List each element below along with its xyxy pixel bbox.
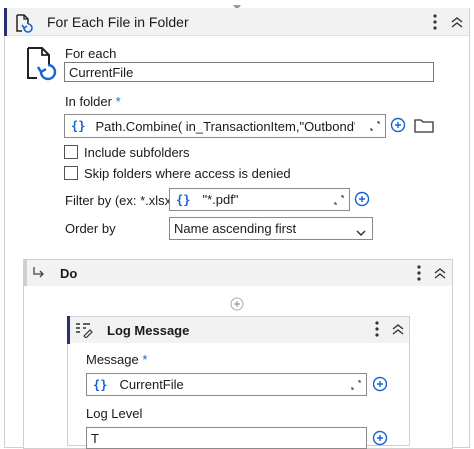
log-message-icon	[74, 321, 94, 339]
message-input[interactable]: {} CurrentFile	[86, 373, 367, 396]
add-variable-icon[interactable]	[389, 116, 407, 134]
more-options-icon[interactable]	[428, 12, 442, 32]
filter-label: Filter by (ex: *.xlsx)	[65, 193, 176, 208]
add-variable-icon[interactable]	[371, 375, 389, 393]
include-subfolders-checkbox[interactable]	[64, 145, 78, 159]
add-activity-icon[interactable]	[229, 296, 245, 312]
do-more-options-icon[interactable]	[412, 264, 426, 282]
order-label: Order by	[65, 221, 116, 236]
expression-brace-icon: {}	[71, 119, 86, 133]
do-arrow-icon	[30, 264, 46, 282]
log-level-select[interactable]: T	[86, 427, 367, 449]
file-loop-icon	[22, 44, 58, 82]
message-label: Message *	[86, 352, 148, 367]
in-folder-label: In folder *	[65, 94, 121, 109]
for-each-value: CurrentFile	[69, 64, 134, 80]
for-each-file-icon	[12, 12, 34, 34]
skip-denied-checkbox[interactable]	[64, 166, 78, 180]
top-connector-arrow	[232, 0, 242, 10]
collapse-icon[interactable]	[449, 13, 465, 31]
add-variable-icon[interactable]	[353, 190, 371, 208]
expression-brace-icon: {}	[176, 192, 191, 207]
order-value: Name ascending first	[174, 221, 297, 236]
filter-value: "*.pdf"	[202, 192, 239, 207]
log-more-options-icon[interactable]	[370, 320, 384, 338]
chevron-down-icon	[356, 225, 366, 240]
filter-input[interactable]: {} "*.pdf"	[169, 188, 350, 211]
log-message-active-bar	[67, 316, 70, 344]
log-collapse-icon[interactable]	[390, 321, 406, 337]
expression-brace-icon: {}	[93, 377, 108, 392]
for-each-input[interactable]: CurrentFile	[64, 62, 434, 82]
message-value: CurrentFile	[119, 377, 184, 392]
skip-denied-label: Skip folders where access is denied	[84, 166, 291, 181]
in-folder-input[interactable]: {} Path.Combine( in_TransactionItem,"Out…	[64, 114, 386, 138]
expand-editor-icon[interactable]	[333, 194, 345, 206]
do-header[interactable]	[24, 260, 452, 286]
activity-title: For Each File in Folder	[47, 14, 189, 30]
add-variable-icon[interactable]	[371, 429, 389, 447]
in-folder-value: Path.Combine( in_TransactionItem,"Outbon…	[95, 118, 356, 134]
order-select[interactable]: Name ascending first	[169, 217, 373, 240]
do-collapse-icon[interactable]	[432, 265, 448, 281]
include-subfolders-label: Include subfolders	[84, 145, 190, 160]
required-marker: *	[115, 94, 121, 109]
expand-editor-icon[interactable]	[350, 379, 362, 391]
log-level-label: Log Level	[86, 406, 143, 421]
required-marker: *	[142, 352, 148, 367]
browse-folder-icon[interactable]	[412, 114, 436, 136]
log-message-title: Log Message	[107, 323, 190, 338]
for-each-label: For each	[65, 46, 117, 61]
log-level-value: T	[91, 431, 99, 446]
do-title: Do	[60, 266, 78, 281]
expand-editor-icon[interactable]	[369, 120, 381, 132]
